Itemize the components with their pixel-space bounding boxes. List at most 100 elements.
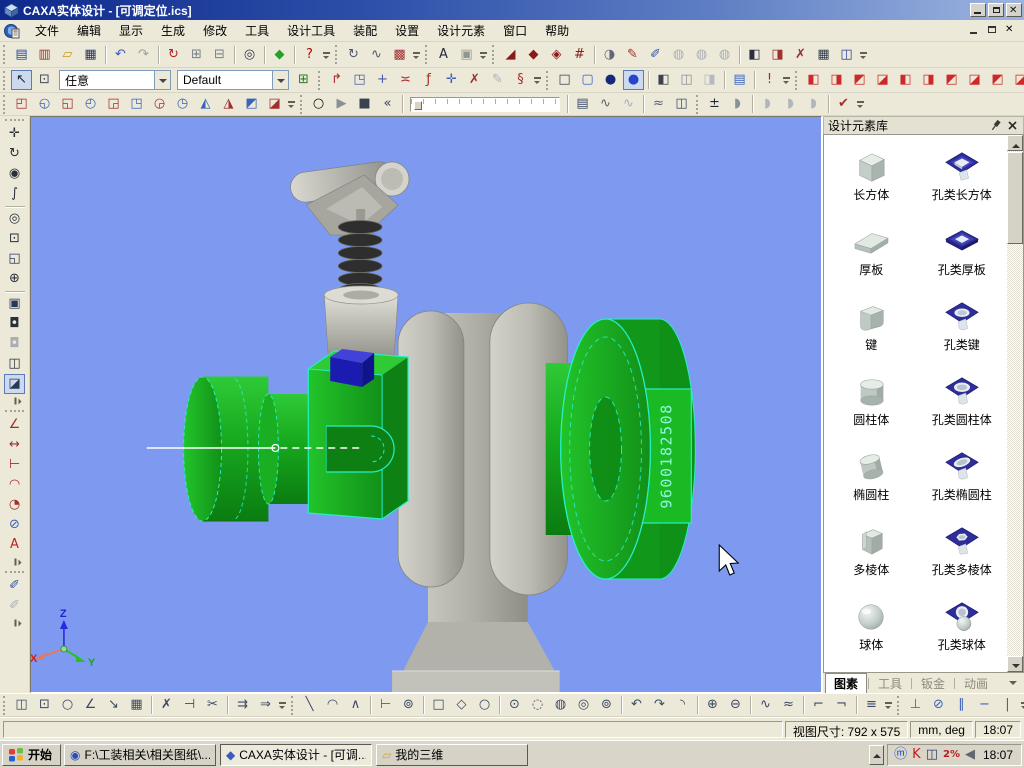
section-gray-2[interactable]: ◗ bbox=[780, 94, 801, 114]
half-section[interactable]: ◗ bbox=[727, 94, 748, 114]
stamp-feature[interactable]: ◑ bbox=[599, 45, 620, 65]
measure-tool-gray[interactable]: ✐ bbox=[4, 596, 25, 616]
model-left-cylinder[interactable] bbox=[183, 376, 269, 522]
sketch-grid[interactable]: ▦ bbox=[126, 695, 147, 715]
record-animation[interactable]: ○ bbox=[308, 94, 329, 114]
circle-radius[interactable]: ⊚ bbox=[596, 695, 617, 715]
toolbar-overflow-icon[interactable] bbox=[411, 45, 422, 65]
library-item-key[interactable]: 键 bbox=[826, 289, 917, 364]
tab-钣金[interactable]: 钣金 bbox=[913, 674, 953, 693]
camera-view[interactable]: ◘ bbox=[4, 314, 25, 334]
feature-split[interactable]: ◮ bbox=[218, 94, 239, 114]
toolbar-grip[interactable] bbox=[3, 45, 7, 64]
copy-feature[interactable]: ⊞ bbox=[186, 45, 207, 65]
3d-viewport[interactable]: 9600182508 Z X Y bbox=[31, 117, 821, 692]
constraint-perpendicular[interactable]: ⊥ bbox=[905, 695, 926, 715]
tray-antivirus[interactable]: K bbox=[912, 745, 921, 765]
task-caxa[interactable]: ◆ CAXA实体设计 - [可调... bbox=[220, 743, 373, 766]
edit-sketch[interactable]: ✎ bbox=[622, 45, 643, 65]
feature-fillet[interactable]: ◶ bbox=[149, 94, 170, 114]
section-gray-3[interactable]: ◗ bbox=[803, 94, 824, 114]
rewind-animation[interactable]: « bbox=[377, 94, 398, 114]
toolbar-overflow-icon[interactable] bbox=[8, 557, 22, 568]
dimension-offset[interactable]: ⊢ bbox=[4, 455, 25, 475]
view-iso-4[interactable]: ◪ bbox=[1010, 70, 1024, 90]
minimize-button[interactable] bbox=[970, 3, 986, 17]
tolerance-cube[interactable]: ± bbox=[704, 94, 725, 114]
toolbar-grip[interactable] bbox=[5, 119, 24, 123]
draw-tangent-arc[interactable]: ◠ bbox=[322, 695, 343, 715]
chamfer-2d[interactable]: ⌐ bbox=[808, 695, 829, 715]
library-item-plate[interactable]: 厚板 bbox=[826, 214, 917, 289]
spline[interactable]: ∿ bbox=[755, 695, 776, 715]
menu-item-9[interactable]: 设计元素 bbox=[428, 20, 494, 41]
orbit-view[interactable]: ↻ bbox=[4, 144, 25, 164]
toolbar-overflow-icon[interactable] bbox=[277, 695, 288, 715]
close-panel-icon[interactable] bbox=[1005, 119, 1019, 132]
sketch-zoom[interactable]: ⊡ bbox=[34, 695, 55, 715]
sketch-delete-multi[interactable]: ✂ bbox=[202, 695, 223, 715]
toolbar-grip[interactable] bbox=[335, 45, 339, 64]
dimension-angle[interactable]: ∠ bbox=[4, 415, 25, 435]
image-tool[interactable]: ▣ bbox=[456, 45, 477, 65]
feature-hole[interactable]: ◲ bbox=[103, 94, 124, 114]
toolbar-overflow-icon[interactable] bbox=[855, 94, 866, 114]
feature-rib[interactable]: ◴ bbox=[80, 94, 101, 114]
circle-center[interactable]: ⊙ bbox=[504, 695, 525, 715]
sketch-offset[interactable]: ⇉ bbox=[232, 695, 253, 715]
look-at[interactable]: ◉ bbox=[4, 164, 25, 184]
path-animation[interactable]: ∿ bbox=[366, 45, 387, 65]
pattern-feature[interactable]: ▦ bbox=[813, 45, 834, 65]
regenerate[interactable]: ↻ bbox=[163, 45, 184, 65]
feature-shell[interactable]: ◵ bbox=[34, 94, 55, 114]
sweep-feature[interactable]: ◈ bbox=[546, 45, 567, 65]
edit-feature[interactable]: ✐ bbox=[645, 45, 666, 65]
constraint-parallel[interactable]: ∥ bbox=[951, 695, 972, 715]
view-iso-2[interactable]: ◪ bbox=[964, 70, 985, 90]
view-back[interactable]: ◨ bbox=[826, 70, 847, 90]
walk-view[interactable]: ∫ bbox=[4, 184, 25, 204]
rotate-animation[interactable]: ↻ bbox=[343, 45, 364, 65]
draw-diamond[interactable]: ◇ bbox=[451, 695, 472, 715]
camera-gray[interactable]: ◘ bbox=[4, 334, 25, 354]
menu-item-8[interactable]: 设置 bbox=[386, 20, 428, 41]
library-item-hole-cube[interactable]: 孔类长方体 bbox=[917, 139, 1008, 214]
insert-plane[interactable]: + bbox=[372, 70, 393, 90]
measure-tool[interactable]: ✐ bbox=[4, 576, 25, 596]
render-facet-1[interactable]: ◧ bbox=[653, 70, 674, 90]
menu-item-0[interactable]: 文件 bbox=[26, 20, 68, 41]
zoom-all[interactable]: ◱ bbox=[4, 249, 25, 269]
library-item-hole-sphere[interactable]: 孔类球体 bbox=[917, 589, 1008, 664]
render-output[interactable]: ▩ bbox=[389, 45, 410, 65]
model-green-disc[interactable]: 9600182508 bbox=[560, 318, 696, 580]
menu-item-10[interactable]: 窗口 bbox=[494, 20, 536, 41]
ellipse-center[interactable]: ⊕ bbox=[702, 695, 723, 715]
library-item-hole-ellcyl[interactable]: 孔类椭圆柱 bbox=[917, 439, 1008, 514]
tab-动画[interactable]: 动画 bbox=[956, 674, 996, 693]
toolbar-grip[interactable] bbox=[897, 695, 901, 715]
view-left[interactable]: ◩ bbox=[849, 70, 870, 90]
circle-3pt[interactable]: ◍ bbox=[550, 695, 571, 715]
smart-dimension[interactable]: ✛ bbox=[441, 70, 462, 90]
undo[interactable]: ↶ bbox=[110, 45, 131, 65]
equation-fx[interactable]: ƒ bbox=[418, 70, 439, 90]
toolbar-grip[interactable] bbox=[291, 695, 295, 715]
feature-helix[interactable]: ◰ bbox=[11, 94, 32, 114]
property-table[interactable]: ▤ bbox=[729, 70, 750, 90]
library-item-hole-cylinder[interactable]: 孔类圆柱体 bbox=[917, 364, 1008, 439]
camera-pair[interactable]: ◫ bbox=[4, 354, 25, 374]
toolbar-grip[interactable] bbox=[795, 70, 799, 90]
close-button[interactable]: ✕ bbox=[1006, 3, 1022, 17]
sketch-pattern[interactable]: ≡ bbox=[861, 695, 882, 715]
toolbar-overflow-icon[interactable] bbox=[1019, 695, 1024, 715]
task-folder[interactable]: ▱ 我的三维 bbox=[376, 743, 529, 766]
style-preset-dropdown-icon[interactable] bbox=[272, 71, 288, 89]
menu-item-1[interactable]: 编辑 bbox=[68, 20, 110, 41]
zoom-window[interactable]: ⊡ bbox=[4, 229, 25, 249]
toolbar-overflow-icon[interactable] bbox=[858, 45, 869, 65]
toolbar-overflow-icon[interactable] bbox=[781, 70, 792, 90]
construction-line[interactable]: ⊢ bbox=[375, 695, 396, 715]
pin-icon[interactable] bbox=[989, 119, 1003, 132]
constraint-vertical[interactable]: | bbox=[997, 695, 1018, 715]
toolbar-grip[interactable] bbox=[3, 94, 7, 114]
